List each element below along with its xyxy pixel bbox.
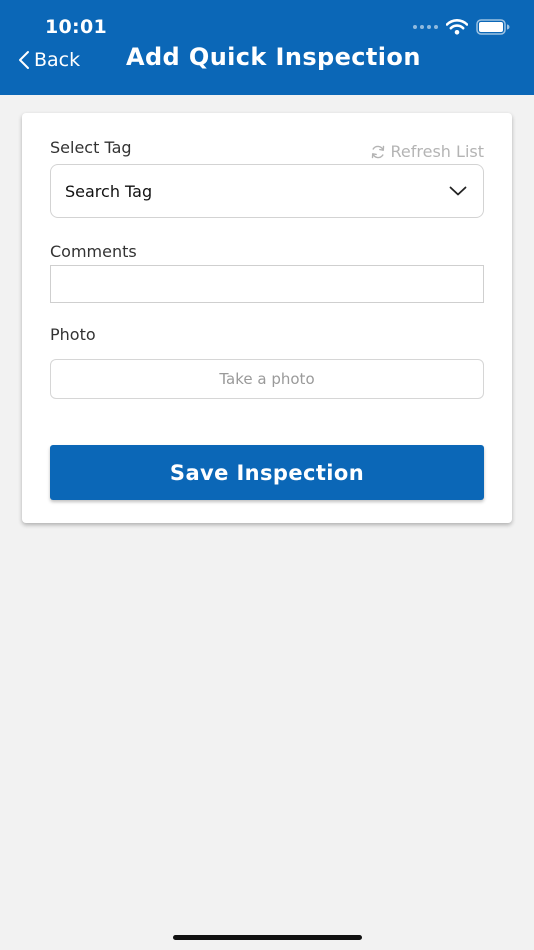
comments-label: Comments (50, 242, 137, 261)
home-indicator (173, 935, 362, 940)
signal-dots-icon (413, 25, 438, 29)
wifi-icon (446, 19, 468, 35)
comments-input[interactable] (50, 265, 484, 303)
battery-icon (476, 19, 510, 35)
status-icons (413, 17, 510, 37)
refresh-icon (371, 145, 384, 158)
back-button[interactable]: Back (18, 49, 80, 71)
status-time: 10:01 (45, 16, 107, 38)
inspection-form-card: Select Tag Refresh List Search Tag Comme… (22, 113, 512, 523)
page-title: Add Quick Inspection (126, 43, 421, 71)
chevron-down-icon (449, 186, 467, 196)
photo-label: Photo (50, 325, 96, 344)
take-photo-button[interactable]: Take a photo (50, 359, 484, 399)
tag-select-value: Search Tag (65, 181, 153, 201)
refresh-list-button[interactable]: Refresh List (370, 142, 484, 161)
app-header: 10:01 Back Add Quick Inspection (0, 0, 534, 95)
chevron-left-icon (19, 51, 29, 69)
select-tag-label: Select Tag (50, 138, 132, 157)
back-label: Back (34, 49, 81, 71)
tag-select-dropdown[interactable]: Search Tag (50, 164, 484, 218)
save-inspection-button[interactable]: Save Inspection (50, 445, 484, 500)
refresh-list-label: Refresh List (390, 142, 484, 161)
